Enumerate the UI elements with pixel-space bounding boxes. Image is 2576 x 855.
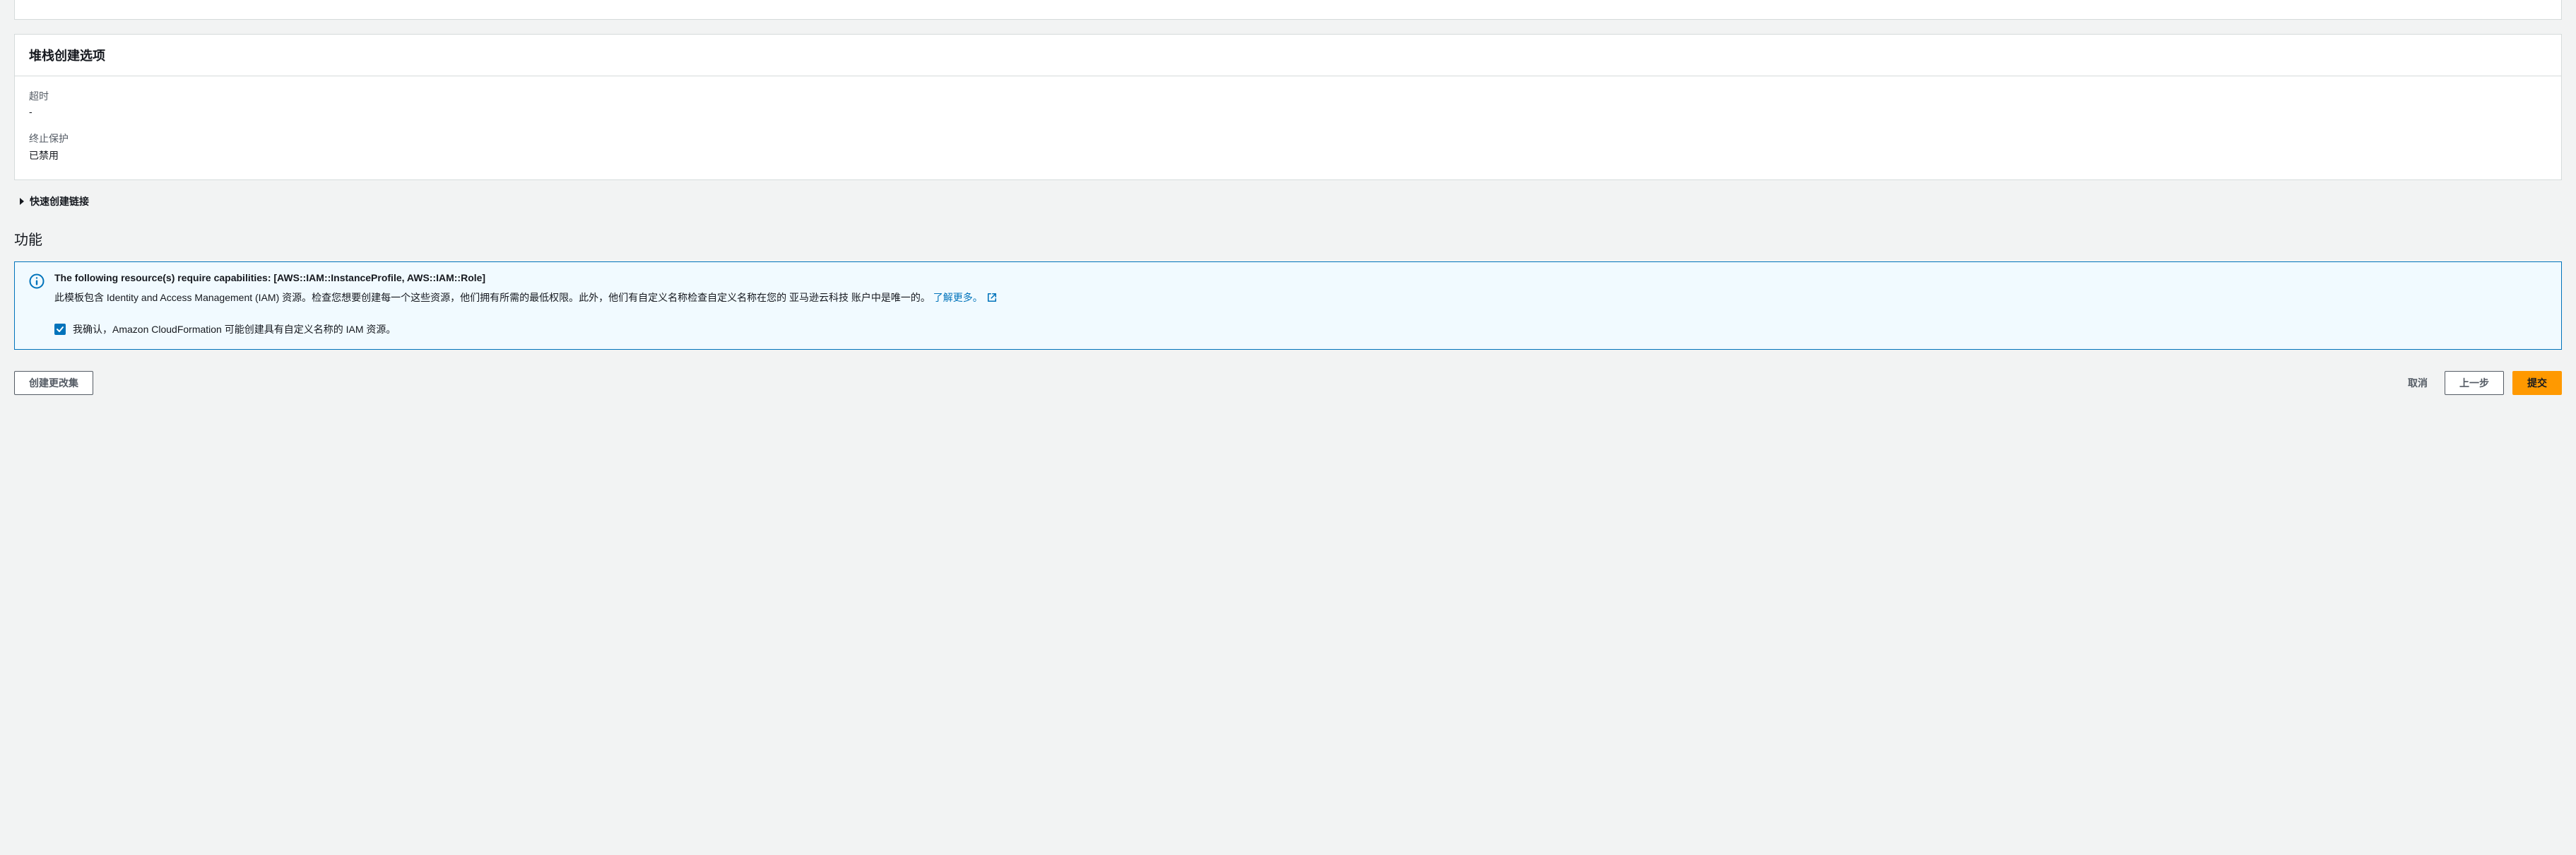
timeout-field: 超时 - <box>29 89 2547 117</box>
external-link-icon <box>987 292 997 307</box>
capabilities-heading: 功能 <box>14 228 2562 249</box>
timeout-value: - <box>29 106 2547 117</box>
create-change-set-button[interactable]: 创建更改集 <box>14 371 93 395</box>
caret-right-icon <box>18 196 25 207</box>
stack-creation-options-panel: 堆栈创建选项 超时 - 终止保护 已禁用 <box>14 34 2562 180</box>
termination-protection-field: 终止保护 已禁用 <box>29 131 2547 163</box>
cancel-button[interactable]: 取消 <box>2399 372 2436 394</box>
footer-actions: 创建更改集 取消 上一步 提交 <box>14 371 2562 398</box>
capabilities-alert-content: The following resource(s) require capabi… <box>54 272 2547 336</box>
learn-more-text: 了解更多。 <box>933 292 983 303</box>
quick-create-link-label: 快速创建链接 <box>30 194 89 208</box>
acknowledge-checkbox-label[interactable]: 我确认，Amazon CloudFormation 可能创建具有自定义名称的 I… <box>73 322 396 336</box>
stack-creation-options-header: 堆栈创建选项 <box>15 35 2561 76</box>
acknowledge-checkbox-row[interactable]: 我确认，Amazon CloudFormation 可能创建具有自定义名称的 I… <box>54 322 2547 336</box>
submit-button[interactable]: 提交 <box>2512 371 2562 395</box>
capabilities-alert-body-text: 此模板包含 Identity and Access Management (IA… <box>54 292 930 303</box>
capabilities-alert: The following resource(s) require capabi… <box>14 261 2562 350</box>
info-icon <box>29 273 45 291</box>
timeout-label: 超时 <box>29 89 2547 103</box>
termination-protection-value: 已禁用 <box>29 148 2547 163</box>
stack-creation-options-body: 超时 - 终止保护 已禁用 <box>15 76 2561 179</box>
learn-more-link[interactable]: 了解更多。 <box>933 292 997 303</box>
previous-panel-bottom <box>14 0 2562 20</box>
acknowledge-checkbox[interactable] <box>54 324 66 335</box>
quick-create-link-expandable[interactable]: 快速创建链接 <box>18 194 2558 208</box>
termination-protection-label: 终止保护 <box>29 131 2547 146</box>
footer-right-actions: 取消 上一步 提交 <box>2399 371 2562 395</box>
capabilities-alert-title: The following resource(s) require capabi… <box>54 272 2547 283</box>
previous-button[interactable]: 上一步 <box>2445 371 2504 395</box>
capabilities-alert-body: 此模板包含 Identity and Access Management (IA… <box>54 290 2547 307</box>
